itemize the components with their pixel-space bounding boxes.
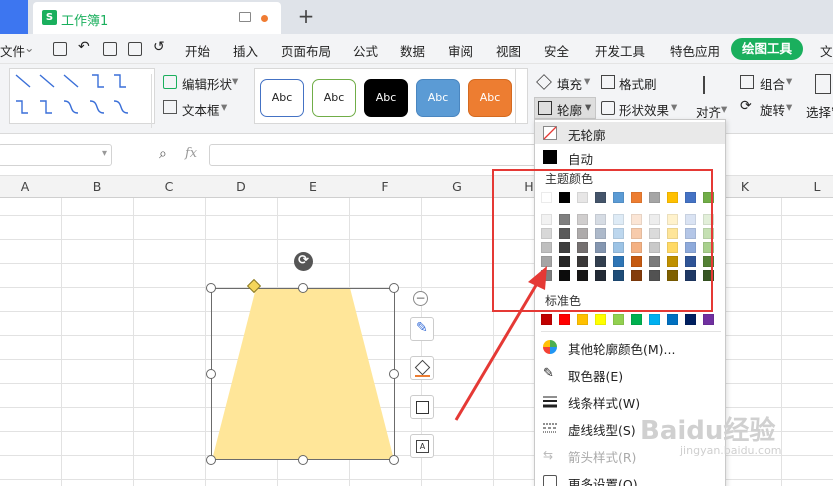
resize-handle-nw[interactable]	[206, 283, 216, 293]
standard-color-swatch[interactable]	[559, 314, 570, 325]
auto-color-swatch	[543, 150, 557, 164]
floating-layout-button[interactable]: A	[410, 434, 434, 458]
collapse-toolbar-button[interactable]: −	[413, 291, 428, 306]
standard-color-swatch[interactable]	[613, 314, 624, 325]
resize-handle-s[interactable]	[298, 455, 308, 465]
shape-selection-box[interactable]	[211, 288, 395, 460]
line-style-option[interactable]: 线条样式(W)	[535, 390, 725, 412]
fill-color-bar	[415, 375, 430, 377]
line-style-icon	[543, 394, 557, 408]
text-layout-icon: A	[416, 440, 429, 453]
auto-color-option[interactable]: 自动	[535, 146, 725, 168]
color-wheel-icon	[543, 340, 557, 354]
resize-handle-e[interactable]	[389, 369, 399, 379]
floating-fill-button[interactable]	[410, 356, 434, 380]
menu-divider	[541, 331, 721, 332]
standard-color-swatch[interactable]	[685, 314, 696, 325]
no-outline-icon	[543, 126, 557, 140]
watermark-brand: Baidu经验	[640, 416, 776, 446]
standard-color-swatch[interactable]	[541, 314, 552, 325]
fill-bucket-icon	[414, 359, 431, 376]
eyedropper-icon: ✎	[543, 366, 554, 381]
standard-color-swatch[interactable]	[595, 314, 606, 325]
standard-color-swatch[interactable]	[631, 314, 642, 325]
spreadsheet-app-window: S 工作簿1 + 文件 ⌄ ↶ ↺ 开始 插入 页面布局 公式 数据 审阅 视图…	[0, 0, 833, 486]
standard-color-swatch[interactable]	[577, 314, 588, 325]
rotate-handle[interactable]: ⟳	[294, 252, 313, 271]
annotation-highlight-box	[492, 169, 713, 312]
resize-handle-se[interactable]	[389, 455, 399, 465]
no-outline-option[interactable]: 无轮廓	[535, 122, 725, 144]
more-settings-option[interactable]: 更多设置(O)	[535, 471, 725, 486]
resize-handle-sw[interactable]	[206, 455, 216, 465]
watermark-url: jingyan.baidu.com	[680, 444, 782, 457]
floating-style-button[interactable]: ✎	[410, 317, 434, 341]
resize-handle-w[interactable]	[206, 369, 216, 379]
standard-color-swatch[interactable]	[703, 314, 714, 325]
settings-icon	[543, 475, 557, 486]
arrow-style-icon: ⇆	[543, 448, 554, 462]
more-outline-colors-option[interactable]: 其他轮廓颜色(M)...	[535, 336, 725, 358]
brush-icon: ✎	[416, 320, 428, 336]
standard-color-swatch[interactable]	[649, 314, 660, 325]
baidu-watermark: Baidu经验 jingyan.baidu.com	[640, 410, 830, 470]
eyedropper-option[interactable]: ✎ 取色器(E)	[535, 363, 725, 385]
floating-outline-button[interactable]	[410, 395, 434, 419]
dash-type-icon	[543, 421, 557, 435]
outline-icon	[416, 401, 429, 414]
standard-color-swatch[interactable]	[667, 314, 678, 325]
resize-handle-ne[interactable]	[389, 283, 399, 293]
resize-handle-n[interactable]	[298, 283, 308, 293]
